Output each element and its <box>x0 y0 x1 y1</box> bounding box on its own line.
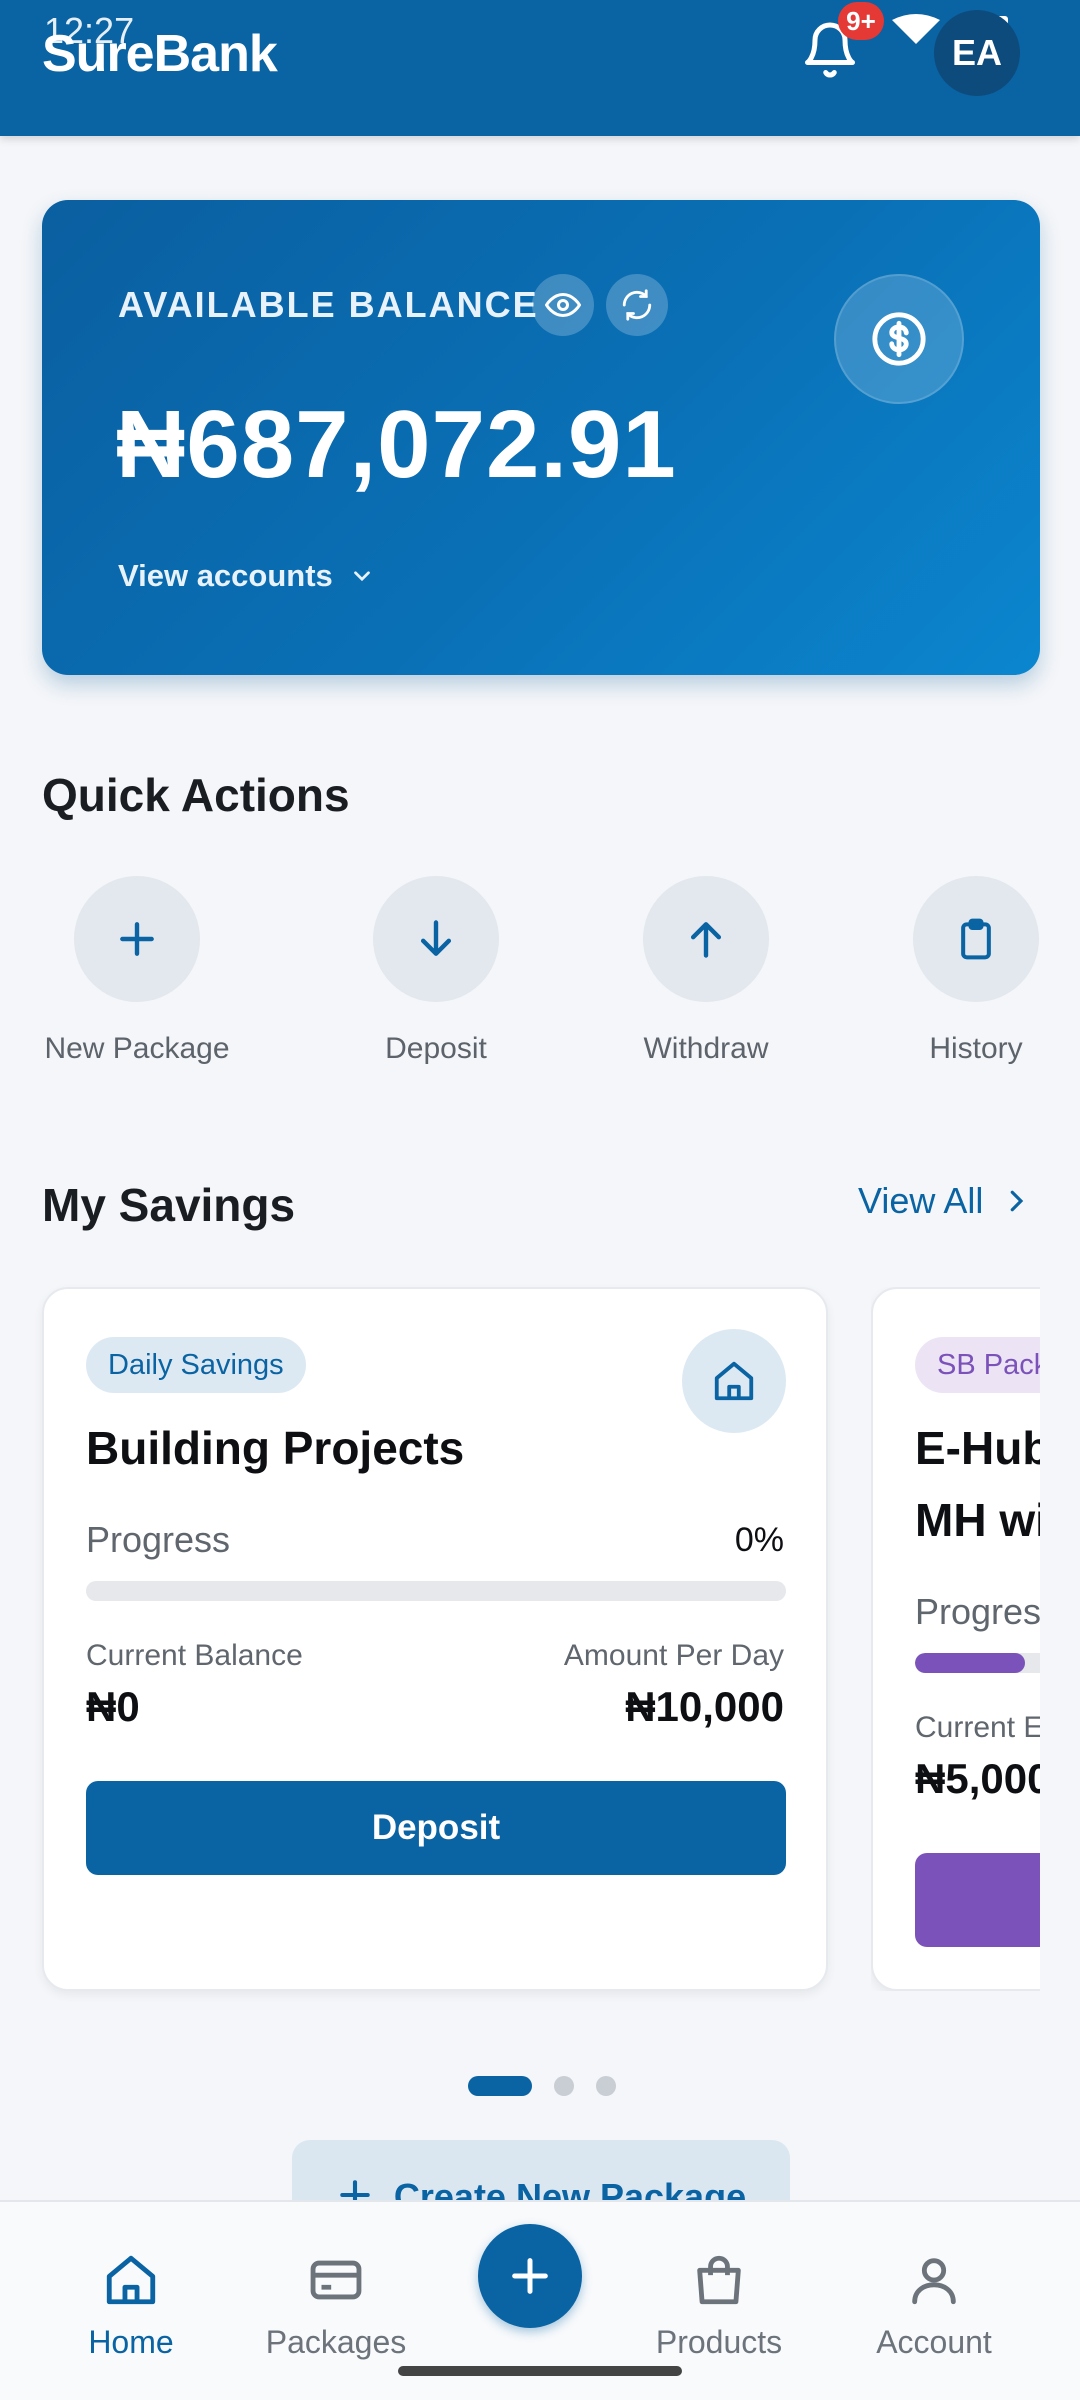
nav-products[interactable]: Products <box>634 2250 804 2361</box>
progress-fill <box>915 1653 1025 1673</box>
balance-label: AVAILABLE BALANCE <box>118 284 539 325</box>
nav-label: Products <box>655 2324 783 2360</box>
nav-account[interactable]: Account <box>849 2250 1019 2361</box>
quick-action-withdraw[interactable]: Withdraw <box>596 876 816 1066</box>
arrow-up-icon <box>643 876 769 1002</box>
current-balance-label: Current E <box>915 1711 1040 1744</box>
nav-label: Home <box>88 2324 174 2360</box>
home-icon <box>46 2250 216 2310</box>
balance-card: AVAILABLE BALANCE ₦687,072.91 View accou… <box>42 200 1040 675</box>
carousel-dot[interactable] <box>554 2076 574 2096</box>
arrow-down-icon <box>373 876 499 1002</box>
progress-value: 0% <box>734 1521 784 1559</box>
quick-action-label: Deposit <box>385 1032 487 1065</box>
refresh-icon[interactable] <box>606 274 668 336</box>
nav-label: Account <box>876 2324 992 2360</box>
quick-actions-title: Quick Actions <box>42 769 350 821</box>
user-icon <box>849 2250 1019 2310</box>
quick-action-label: Withdraw <box>643 1032 769 1065</box>
amount-per-day-value: ₦10,000 <box>625 1683 784 1730</box>
quick-action-deposit[interactable]: Deposit <box>326 876 546 1066</box>
package-type-badge: SB Pack <box>915 1337 1040 1393</box>
my-savings-title: My Savings <box>42 1179 296 1231</box>
carousel-dot[interactable] <box>468 2076 532 2096</box>
home-icon <box>682 1329 786 1433</box>
carousel-dots <box>468 2076 616 2096</box>
nav-label: Packages <box>265 2324 407 2360</box>
brand-logo: SureBank <box>42 25 278 83</box>
amount-per-day-label: Amount Per Day <box>563 1639 784 1672</box>
nav-home[interactable]: Home <box>46 2250 216 2361</box>
plus-icon <box>74 876 200 1002</box>
view-accounts-label: View accounts <box>118 558 333 593</box>
current-balance-value: ₦5,000 <box>915 1755 1040 1802</box>
view-accounts-toggle[interactable]: View accounts <box>118 558 375 594</box>
balance-amount: ₦687,072.91 <box>116 391 677 498</box>
package-title: Building Projects <box>86 1422 465 1474</box>
savings-card-clip: SB Pack E-Hub MH wi Progres Current E ₦5… <box>871 1287 1040 1991</box>
quick-action-label: New Package <box>44 1032 230 1065</box>
quick-action-history[interactable]: History <box>866 876 1080 1066</box>
user-avatar[interactable]: EA <box>934 10 1020 96</box>
deposit-button[interactable]: Deposit <box>86 1781 786 1875</box>
chevron-right-icon <box>1011 1190 1024 1212</box>
app-header: 12:27 SureBank 9+ EA <box>0 0 1080 136</box>
view-all-link[interactable]: View All <box>858 1180 1031 1222</box>
current-balance-value: ₦0 <box>86 1683 140 1730</box>
carousel-dot[interactable] <box>596 2076 616 2096</box>
card-icon <box>251 2250 421 2310</box>
shopping-bag-icon <box>634 2250 804 2310</box>
quick-action-new-package[interactable]: New Package <box>27 876 247 1066</box>
view-all-label: View All <box>858 1180 984 1221</box>
plus-icon <box>512 2258 548 2294</box>
notification-badge: 9+ <box>838 2 884 40</box>
progress-label: Progress <box>86 1519 231 1560</box>
package-type-badge: Daily Savings <box>86 1337 306 1393</box>
nav-packages[interactable]: Packages <box>251 2250 421 2361</box>
quick-action-label: History <box>929 1032 1023 1065</box>
chevron-down-icon <box>353 571 370 582</box>
dollar-icon <box>834 274 964 404</box>
add-fab-button[interactable] <box>478 2224 582 2328</box>
progress-bar <box>86 1581 786 1601</box>
eye-icon[interactable] <box>532 274 594 336</box>
savings-card: Daily Savings Building Projects Progress… <box>42 1287 828 1991</box>
current-balance-label: Current Balance <box>86 1639 303 1672</box>
package-title: E-Hub <box>915 1422 1040 1474</box>
clipboard-icon <box>913 876 1039 1002</box>
savings-card: SB Pack E-Hub MH wi Progres Current E ₦5… <box>871 1287 1040 1991</box>
progress-bar <box>915 1653 1040 1673</box>
progress-label: Progres <box>915 1591 1040 1632</box>
gesture-home-indicator <box>398 2366 682 2376</box>
deposit-button[interactable] <box>915 1853 1040 1947</box>
package-title-line2: MH wi <box>915 1494 1040 1546</box>
